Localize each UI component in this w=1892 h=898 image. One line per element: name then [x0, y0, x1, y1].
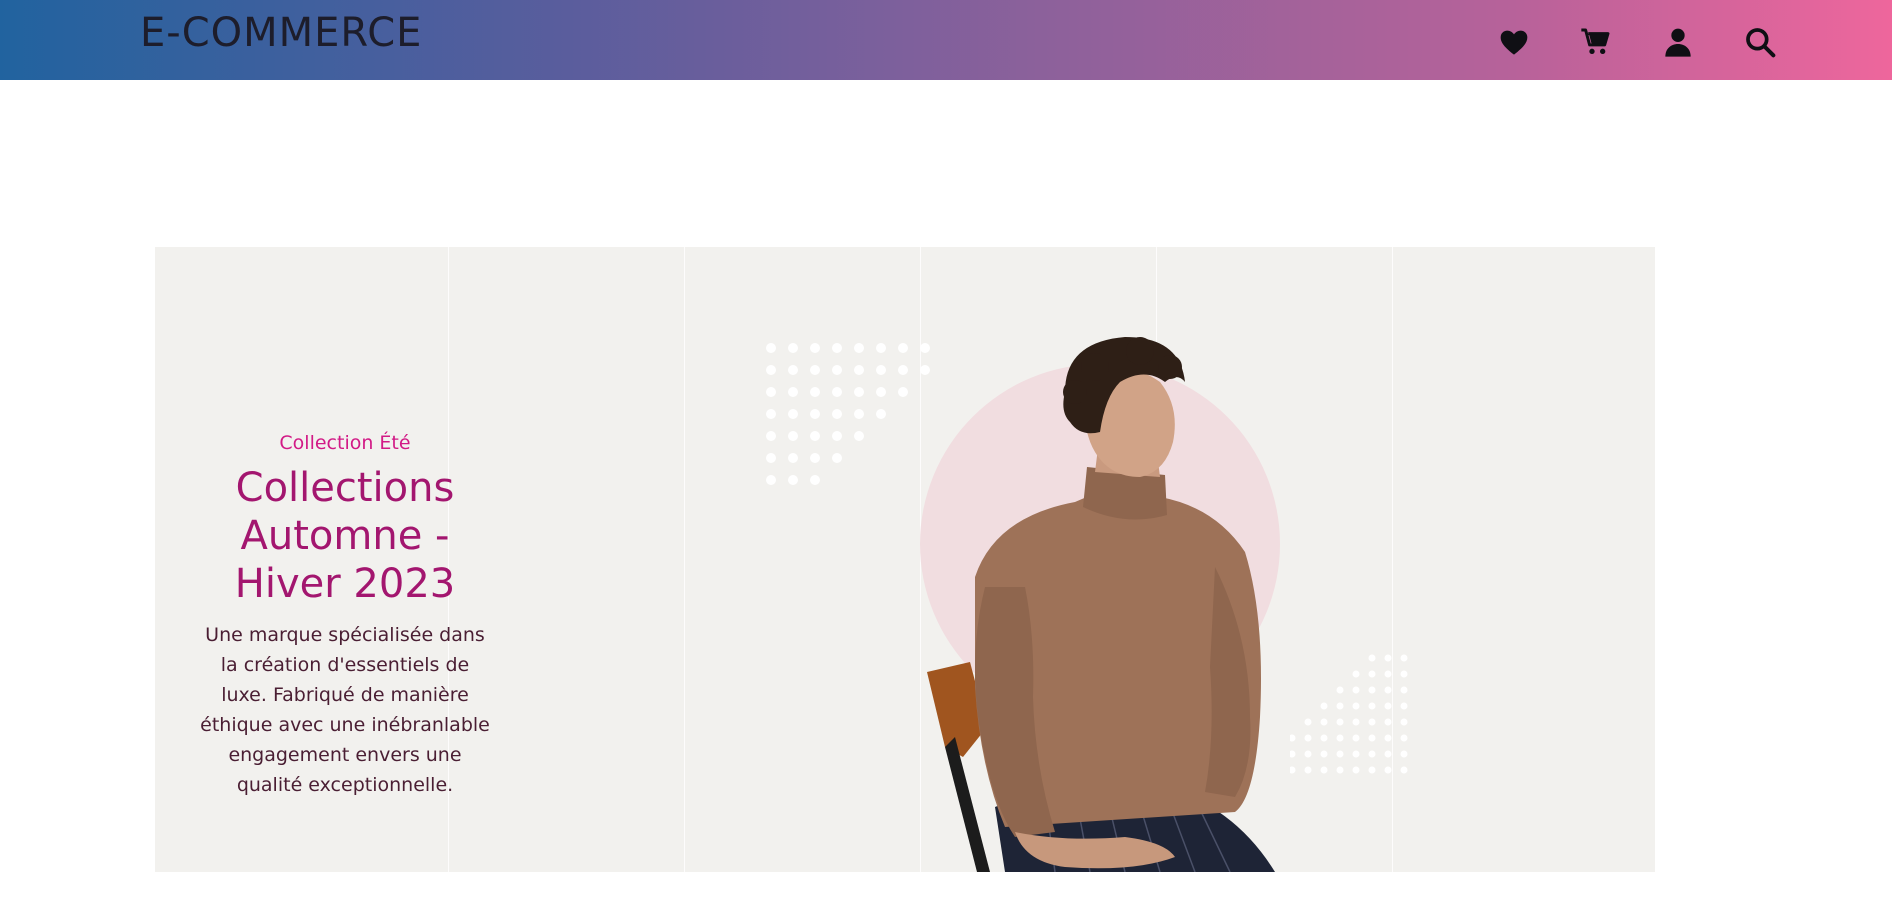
hero-title-line: Automne -	[240, 513, 450, 559]
top-navbar: E-COMMERCE	[0, 0, 1892, 80]
hero-description-line: éthique avec une inébranlable	[200, 714, 490, 736]
site-logo[interactable]: E-COMMERCE	[140, 10, 422, 56]
hero-subtitle: Collection Été	[279, 432, 411, 454]
model-photo	[927, 337, 1275, 872]
hero-description-line: Une marque spécialisée dans	[205, 624, 485, 646]
hero-text: Collection Été Collections Automne - Hiv…	[195, 432, 495, 800]
hero-description: Une marque spécialisée dans la création …	[195, 620, 495, 800]
heart-icon[interactable]	[1498, 26, 1530, 58]
hero-description-line: luxe. Fabriqué de manière	[221, 684, 469, 706]
navbar-icons	[1498, 26, 1776, 58]
hero-description-line: qualité exceptionnelle.	[236, 774, 454, 796]
hero-description-line: la création d'essentiels de	[220, 654, 470, 676]
divider-line	[684, 247, 685, 872]
hero-banner: Collection Été Collections Automne - Hiv…	[155, 247, 1655, 872]
hero-title: Collections Automne - Hiver 2023	[195, 464, 495, 608]
search-icon[interactable]	[1744, 26, 1776, 58]
cart-icon[interactable]	[1580, 26, 1612, 58]
hero-description-line: engagement envers une	[228, 744, 462, 766]
hero-title-line: Hiver 2023	[234, 561, 456, 607]
dot-pattern-decoration	[766, 343, 930, 485]
user-icon[interactable]	[1662, 26, 1694, 58]
hero-title-line: Collections	[235, 465, 455, 511]
